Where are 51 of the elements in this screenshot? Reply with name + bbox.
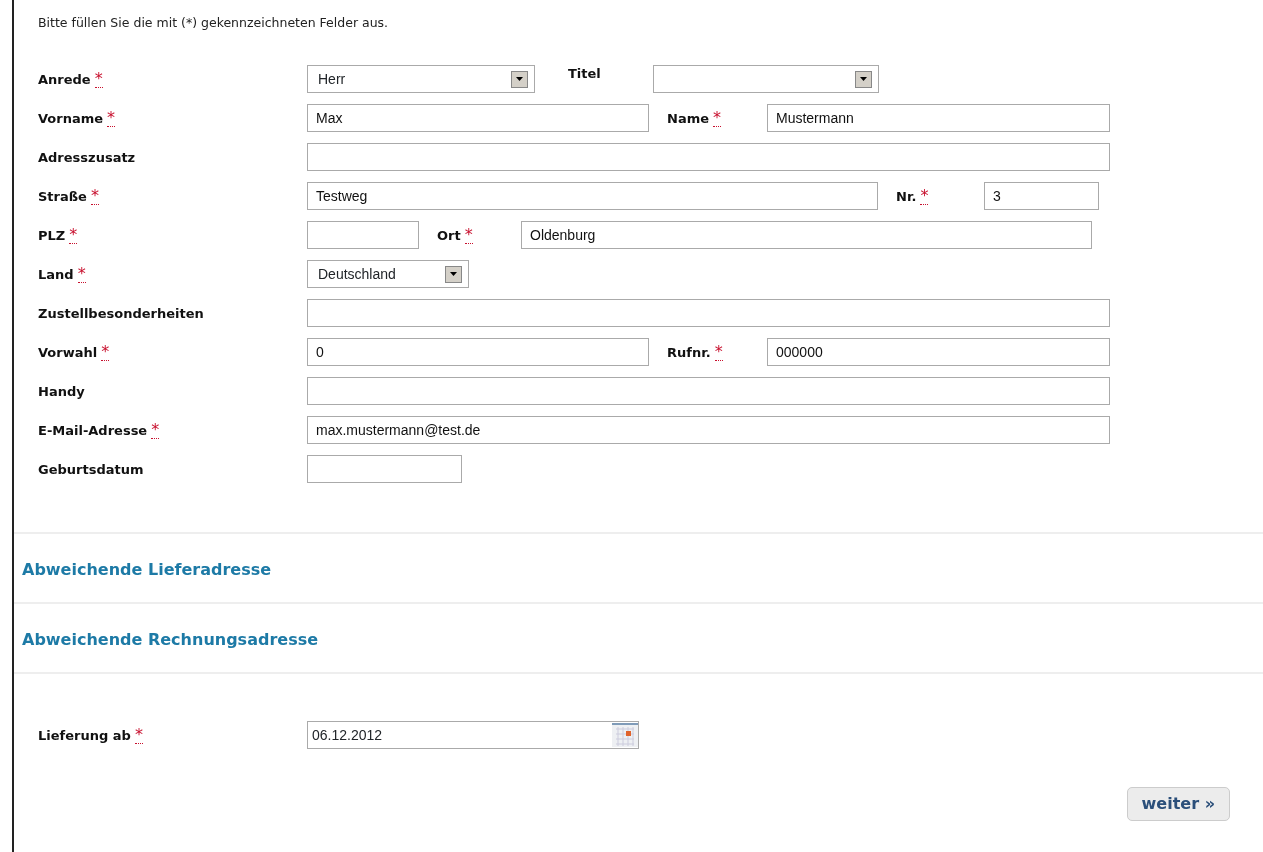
input-field[interactable] [307, 299, 1110, 328]
input-field[interactable]: 3 [984, 182, 1099, 211]
field-label: PLZ [38, 226, 66, 245]
field-label: Adresszusatz [38, 148, 136, 167]
section-heading[interactable]: Abweichende Rechnungsadresse [22, 627, 1263, 652]
input-field[interactable]: Max [307, 104, 649, 133]
input-field[interactable]: Mustermann [767, 104, 1110, 133]
dropdown[interactable] [653, 65, 879, 94]
field-label: Vorwahl [38, 343, 98, 362]
input-field[interactable] [307, 455, 462, 484]
instruction-text: Bitte füllen Sie die mit (*) gekennzeichneten Felder aus. [38, 14, 390, 32]
field-label: Name [667, 109, 709, 128]
required-asterisk: * [920, 187, 929, 205]
required-asterisk: * [94, 70, 103, 88]
required-asterisk: * [714, 343, 723, 361]
input-field[interactable] [307, 143, 1110, 172]
calendar-icon [612, 723, 638, 748]
field-label: Straße [38, 187, 87, 206]
field-label: Zustellbesonderheiten [38, 304, 204, 323]
field-label: Nr. [896, 187, 917, 206]
field-label: Anrede [38, 70, 91, 89]
input-field[interactable] [307, 377, 1110, 406]
section-heading[interactable]: Abweichende Lieferadresse [22, 557, 1263, 582]
required-asterisk: * [90, 187, 99, 205]
input-field[interactable]: Oldenburg [521, 221, 1092, 250]
dropdown[interactable]: Deutschland [307, 260, 469, 289]
required-asterisk: * [464, 226, 473, 244]
field-label: Vorname [38, 109, 104, 128]
field-label: E-Mail-Adresse [38, 421, 148, 440]
input-field[interactable] [307, 221, 419, 250]
input-field[interactable]: 0 [307, 338, 649, 367]
field-label: Titel [568, 64, 601, 83]
field-label: Lieferung ab [38, 726, 131, 745]
required-asterisk: * [713, 109, 721, 127]
required-asterisk: * [77, 265, 86, 283]
next-button[interactable]: weiter » [1126, 786, 1230, 821]
input-field[interactable]: max.mustermann@test.de [307, 416, 1110, 445]
field-label: Geburtsdatum [38, 460, 144, 479]
required-asterisk: * [151, 421, 160, 439]
required-asterisk: * [107, 109, 116, 127]
field-label: Ort [437, 226, 461, 245]
required-asterisk: * [69, 226, 78, 244]
field-label: Rufnr. [667, 343, 711, 362]
required-asterisk: * [134, 726, 143, 744]
required-asterisk: * [101, 343, 110, 361]
date-field[interactable]: 06.12.2012 [307, 721, 639, 750]
dropdown[interactable]: Herr [307, 65, 535, 94]
input-field[interactable]: Testweg [307, 182, 878, 211]
input-field[interactable]: 000000 [767, 338, 1110, 367]
field-label: Handy [38, 382, 85, 401]
field-label: Land [38, 265, 74, 284]
